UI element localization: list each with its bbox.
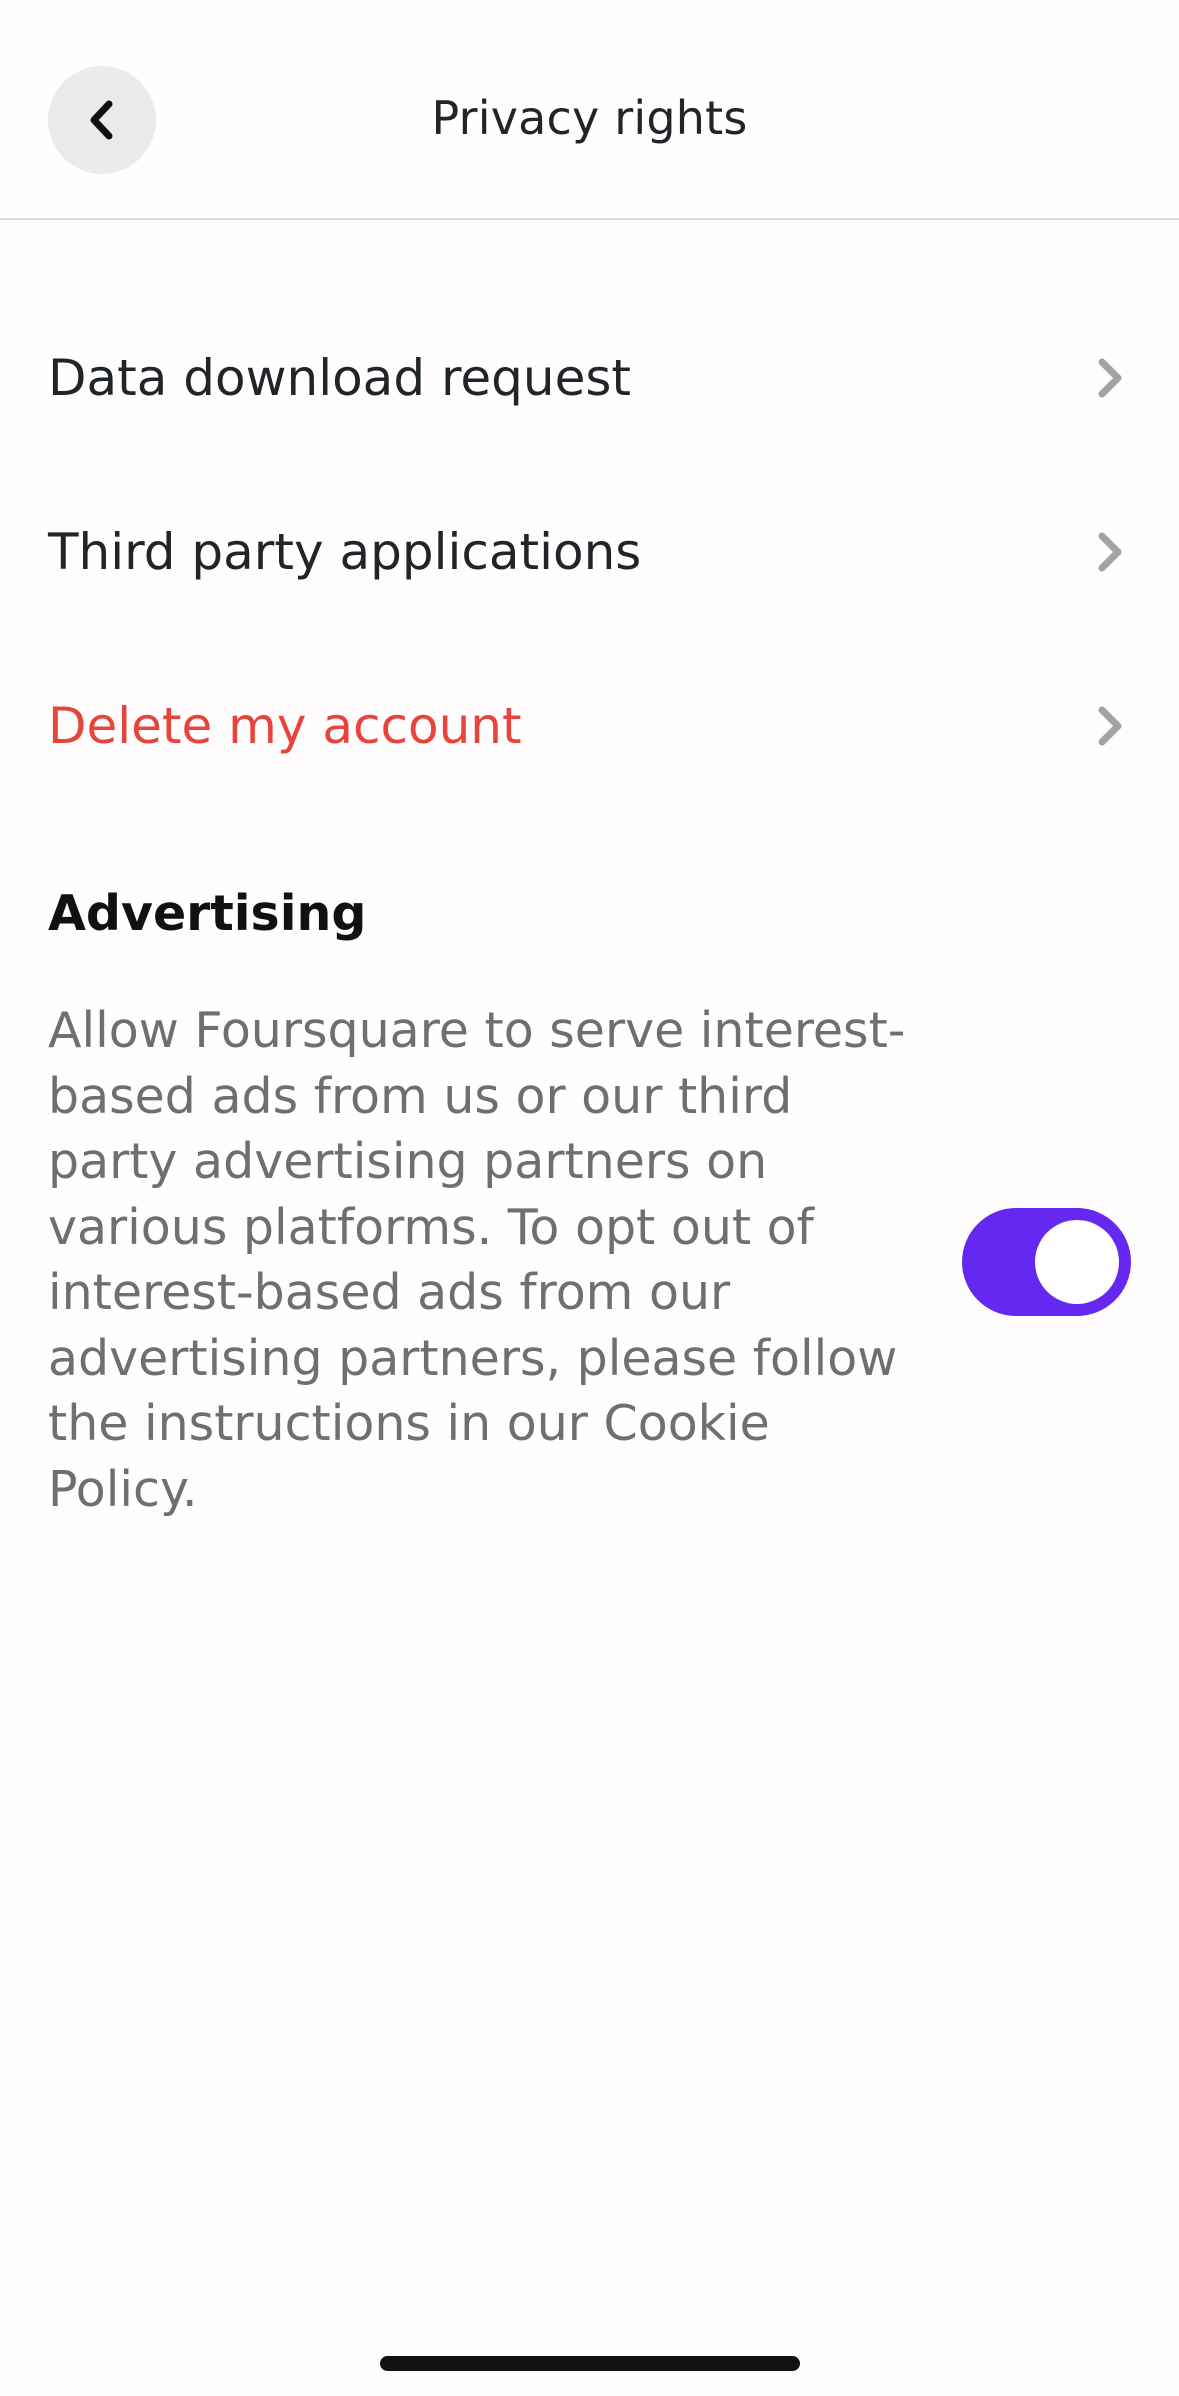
menu-item-label: Delete my account	[48, 697, 522, 755]
chevron-right-icon	[1092, 354, 1128, 402]
chevron-right-icon	[1092, 528, 1128, 576]
menu-item-label: Third party applications	[48, 523, 642, 581]
home-indicator[interactable]	[380, 2356, 800, 2371]
menu-item-label: Data download request	[48, 349, 632, 407]
page-title: Privacy rights	[431, 91, 748, 145]
advertising-toggle[interactable]	[962, 1208, 1131, 1316]
chevron-right-icon	[1092, 702, 1128, 750]
header-bar: Privacy rights	[0, 0, 1179, 220]
toggle-knob	[1035, 1220, 1119, 1304]
menu-item-third-party-applications[interactable]: Third party applications	[0, 477, 1179, 627]
advertising-description: Allow Foursquare to serve interest-based…	[48, 1002, 906, 1518]
menu-item-delete-my-account[interactable]: Delete my account	[0, 651, 1179, 801]
advertising-section-title: Advertising	[48, 885, 367, 942]
menu-item-data-download-request[interactable]: Data download request	[0, 303, 1179, 453]
